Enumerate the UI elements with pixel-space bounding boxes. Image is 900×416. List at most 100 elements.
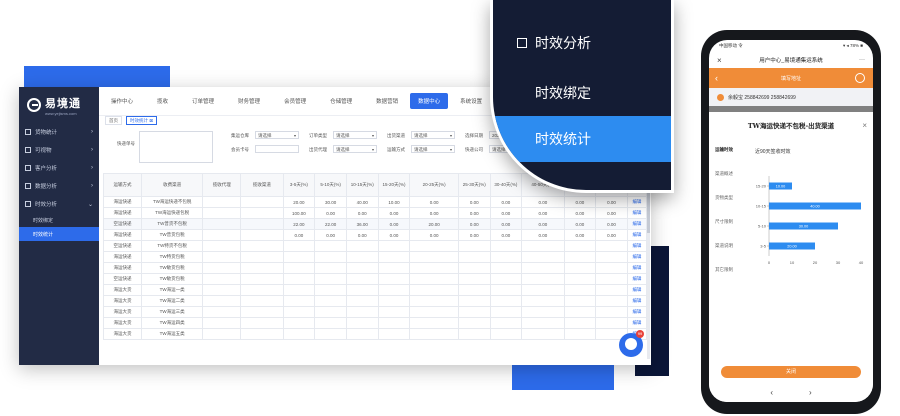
- table-cell: [345, 317, 379, 329]
- chart-title: 近90天签收时效: [755, 149, 791, 155]
- phone-screen: 中国移动 令 ▾ ◂ 78% ■ × 用户中心_易境通集运系统 ··· ‹ 填写…: [709, 40, 873, 402]
- table-cell: 海运大货: [102, 317, 143, 329]
- table-cell: [345, 295, 379, 307]
- table-cell: [595, 317, 628, 329]
- table-row: 空运快递 TW敏货包税 编辑: [102, 273, 648, 285]
- tab-time-stats[interactable]: 时效统计 ⊠: [126, 115, 158, 125]
- agent-select[interactable]: 请选择 ▾: [333, 145, 377, 153]
- edit-link[interactable]: 编辑: [626, 317, 648, 329]
- square-icon: [25, 201, 31, 207]
- close-icon[interactable]: ×: [717, 56, 722, 65]
- table-cell: [282, 317, 316, 329]
- edit-link[interactable]: 编辑: [626, 295, 648, 307]
- table-cell: [377, 295, 411, 307]
- table-scrollbar[interactable]: [647, 173, 650, 359]
- tab-home[interactable]: 首页: [105, 115, 122, 125]
- square-icon: [517, 38, 527, 48]
- nav-warehouse[interactable]: 仓储管理: [318, 97, 364, 105]
- edit-link[interactable]: 编辑: [626, 306, 648, 318]
- table-cell: TW敏货包税: [141, 273, 204, 285]
- nav-marketing[interactable]: 数据营销: [364, 97, 410, 105]
- table-cell: [409, 328, 459, 340]
- sidebar-item-goods-stats[interactable]: 货物统计 ›: [19, 123, 99, 141]
- edit-link[interactable]: 编辑: [626, 196, 648, 208]
- table-body: 海运快递 TW海运快递不包税 20.00 30.00 40.00 10.00 0.00 0.0…: [102, 196, 648, 340]
- sidebar-item-data-analysis[interactable]: 数据分析 ›: [19, 177, 99, 195]
- edit-link[interactable]: 编辑: [626, 273, 648, 285]
- table-cell: [240, 295, 284, 307]
- edit-link[interactable]: 编辑: [626, 240, 648, 252]
- bar-data-label: 40.00: [810, 204, 820, 208]
- member-input[interactable]: [255, 145, 299, 153]
- nav-forward-icon[interactable]: ›: [809, 388, 812, 397]
- table-cell: [345, 284, 379, 296]
- sidebar-item-visible-goods[interactable]: 可视物 ›: [19, 141, 99, 159]
- sidebar-subitem-time-stats[interactable]: 时效统计: [19, 227, 99, 241]
- address-bar[interactable]: ‹ 填写地址: [709, 68, 873, 88]
- table-cell: [282, 273, 316, 285]
- table-cell: [489, 284, 523, 296]
- modal-menu-size-limit[interactable]: 尺寸限制: [709, 210, 745, 234]
- table-cell: [345, 306, 379, 318]
- table-row: 海运快递 TW特货包税 编辑: [102, 251, 648, 263]
- logo[interactable]: 易境通 www.yejisms.com: [19, 87, 99, 123]
- user-icon[interactable]: [855, 73, 865, 83]
- nav-operations[interactable]: 操作中心: [99, 97, 145, 105]
- modal-close-icon[interactable]: ×: [862, 121, 867, 130]
- table-cell: 20.00: [409, 218, 459, 230]
- table-cell: 0.00: [595, 229, 628, 241]
- modal-menu-other-limits[interactable]: 其它限制: [709, 258, 745, 282]
- contact-row[interactable]: 余毅宝 258842699 258842699: [709, 88, 873, 106]
- modal-close-button[interactable]: 关闭: [721, 366, 861, 378]
- edit-link[interactable]: 编辑: [626, 284, 648, 296]
- sidebar-subitem-time-binding[interactable]: 时效绑定: [19, 213, 99, 227]
- modal-menu-transit-time[interactable]: 运输时效: [709, 138, 745, 162]
- channel-select[interactable]: 请选择 ▾: [411, 131, 455, 139]
- nav-finance[interactable]: 财务管理: [226, 97, 272, 105]
- tracking-textarea[interactable]: [139, 131, 213, 163]
- ship-method-select[interactable]: 请选择 ▾: [411, 145, 455, 153]
- table-cell: [563, 251, 597, 263]
- table-cell: [377, 328, 411, 340]
- table-cell: 0.00: [595, 207, 628, 219]
- table-cell: [377, 317, 411, 329]
- edit-link[interactable]: 编辑: [626, 229, 648, 241]
- sidebar-item-time-analysis[interactable]: 时效分析 ⌄: [19, 195, 99, 213]
- nav-members[interactable]: 会员管理: [272, 97, 318, 105]
- customer-support-button[interactable]: 99: [619, 330, 644, 357]
- edit-link[interactable]: 编辑: [626, 251, 648, 263]
- table-cell: TW海运快递不包税: [141, 196, 204, 208]
- table-cell: [595, 262, 628, 274]
- edit-link[interactable]: 编辑: [626, 207, 648, 219]
- modal-menu-goods-type[interactable]: 货物类型: [709, 186, 745, 210]
- table-header-cell: 收费渠道: [141, 173, 204, 197]
- modal-menu-channel-overview[interactable]: 渠道概述: [709, 162, 745, 186]
- table-cell: 0.00: [409, 196, 459, 208]
- edit-link[interactable]: 编辑: [626, 218, 648, 230]
- caret-down-icon: ▾: [449, 147, 452, 152]
- table-cell: [314, 317, 347, 329]
- back-icon[interactable]: ‹: [715, 73, 718, 83]
- table-cell: [489, 295, 523, 307]
- zoom-menu-time-analysis[interactable]: 时效分析: [493, 20, 671, 66]
- nav-orders[interactable]: 订单管理: [180, 97, 226, 105]
- warehouse-select[interactable]: 请选择 ▾: [255, 131, 299, 139]
- nav-back-icon[interactable]: ‹: [770, 388, 773, 397]
- table-cell: [240, 262, 284, 274]
- zoom-menu-time-stats[interactable]: 时效统计: [493, 116, 671, 162]
- table-cell: 海运快递: [102, 196, 143, 208]
- more-icon[interactable]: ···: [859, 57, 865, 63]
- modal-menu-channel-notes[interactable]: 渠道说明: [709, 234, 745, 258]
- edit-link[interactable]: 编辑: [626, 262, 648, 274]
- chevron-right-icon: ›: [91, 129, 93, 135]
- table-cell: [240, 218, 284, 230]
- sidebar-item-customer-analysis[interactable]: 客户分析 ›: [19, 159, 99, 177]
- zoom-menu-time-binding[interactable]: 时效绑定: [493, 70, 671, 116]
- nav-pickup[interactable]: 揽收: [145, 97, 180, 105]
- order-type-select[interactable]: 请选择 ▾: [333, 131, 377, 139]
- nav-data-center[interactable]: 数据中心: [410, 93, 449, 109]
- table-cell: 海运快递: [102, 207, 143, 219]
- table-cell: TW海运一类: [141, 284, 204, 296]
- nav-settings[interactable]: 系统设置: [448, 97, 494, 105]
- table-cell: [202, 295, 242, 307]
